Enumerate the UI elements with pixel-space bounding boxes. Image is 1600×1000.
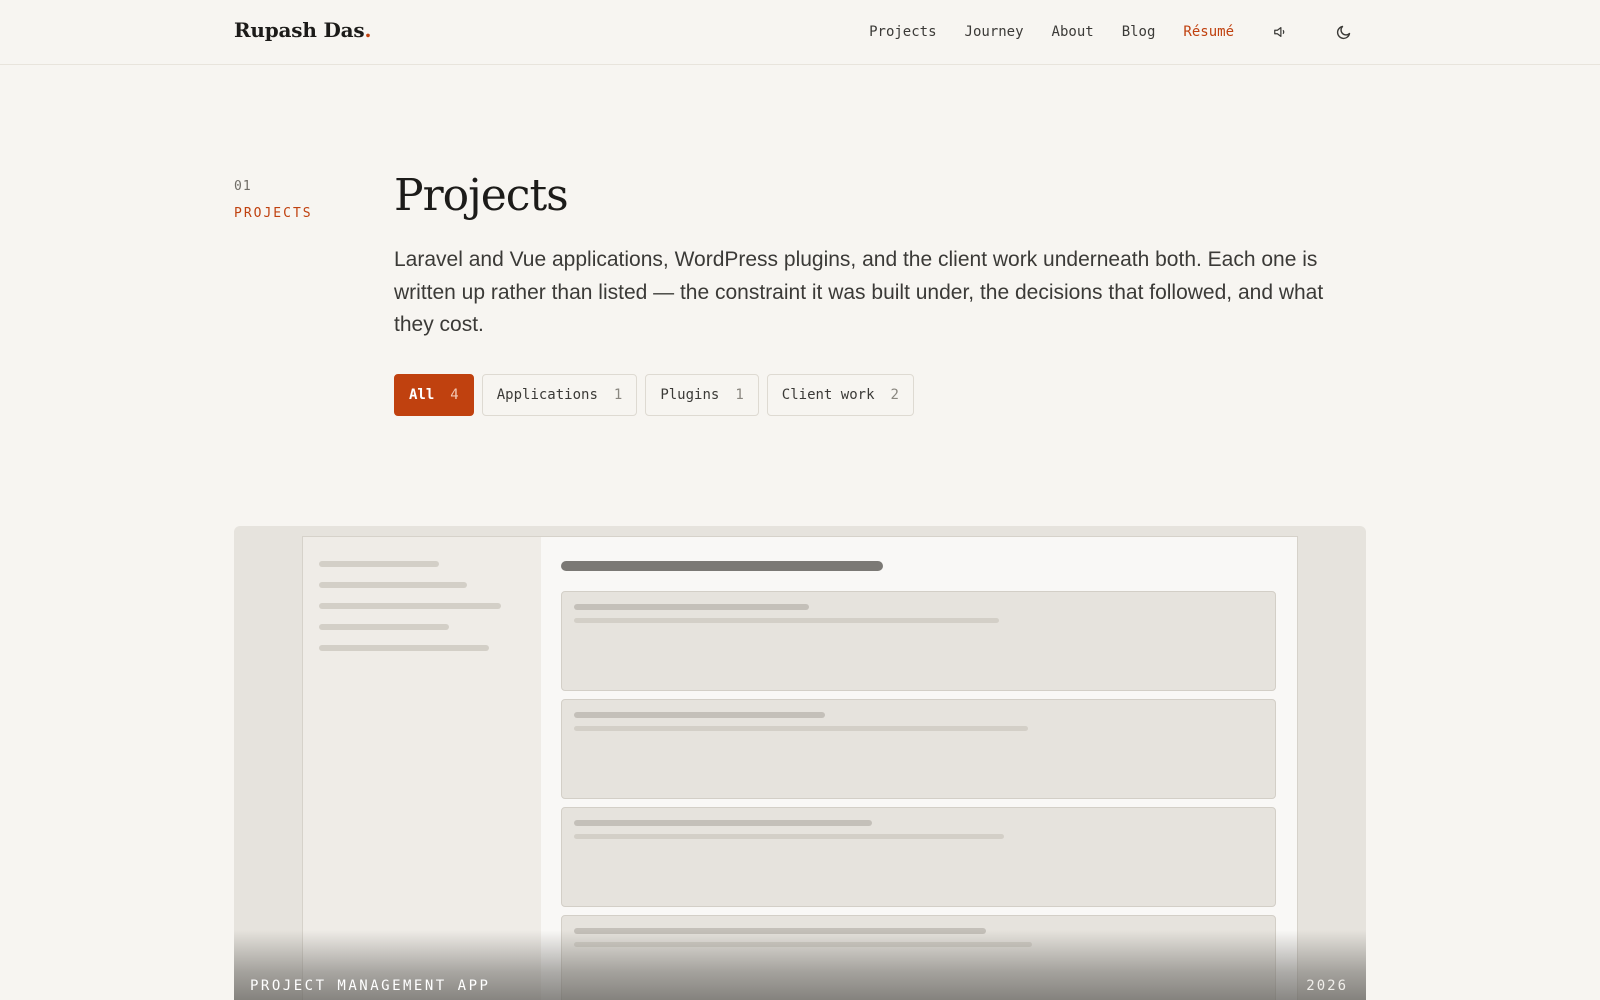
nav-link-resume[interactable]: Résumé — [1183, 24, 1234, 40]
section-label: PROJECTS — [234, 206, 313, 221]
project-card-title: PROJECT MANAGEMENT APP — [250, 978, 491, 994]
filter-label: Applications — [496, 387, 598, 403]
nav-link-journey[interactable]: Journey — [965, 24, 1024, 40]
project-card[interactable]: PROJECT MANAGEMENT APP 2026 — [234, 526, 1366, 1000]
filter-chip-client-work[interactable]: Client work 2 — [766, 374, 914, 416]
project-filters: All 4 Applications 1 Plugins 1 Client wo… — [394, 374, 914, 416]
filter-count: 4 — [450, 387, 459, 403]
nav-link-projects[interactable]: Projects — [869, 24, 936, 40]
brand-logo[interactable]: Rupash Das. — [234, 18, 371, 42]
page-title: Projects — [394, 170, 569, 221]
preview-row — [561, 807, 1276, 907]
top-navigation-bar: Rupash Das. Projects Journey About Blog … — [0, 0, 1600, 65]
brand-name: Rupash Das — [234, 18, 365, 42]
filter-label: Plugins — [660, 387, 720, 403]
filter-chip-plugins[interactable]: Plugins 1 — [645, 374, 759, 416]
intro-paragraph: Laravel and Vue applications, WordPress … — [394, 248, 1324, 336]
filter-chip-applications[interactable]: Applications 1 — [481, 374, 638, 416]
filter-count: 1 — [735, 387, 744, 403]
section-number: 01 — [234, 179, 252, 194]
filter-label: Client work — [781, 387, 875, 403]
sound-toggle-button[interactable] — [1268, 20, 1292, 44]
moon-icon — [1336, 25, 1351, 40]
filter-chip-all[interactable]: All 4 — [394, 374, 474, 416]
preview-row — [561, 699, 1276, 799]
filter-count: 2 — [890, 387, 899, 403]
preview-heading-bar — [561, 561, 883, 571]
preview-row — [561, 591, 1276, 691]
nav-link-about[interactable]: About — [1052, 24, 1094, 40]
nav-link-blog[interactable]: Blog — [1122, 24, 1156, 40]
brand-dot: . — [364, 18, 372, 42]
project-card-year: 2026 — [1306, 978, 1348, 994]
filter-count: 1 — [613, 387, 623, 403]
main-nav: Projects Journey About Blog Résumé — [841, 20, 1356, 44]
theme-toggle-button[interactable] — [1332, 20, 1356, 44]
filter-label: All — [409, 387, 435, 403]
speaker-icon — [1274, 27, 1285, 37]
